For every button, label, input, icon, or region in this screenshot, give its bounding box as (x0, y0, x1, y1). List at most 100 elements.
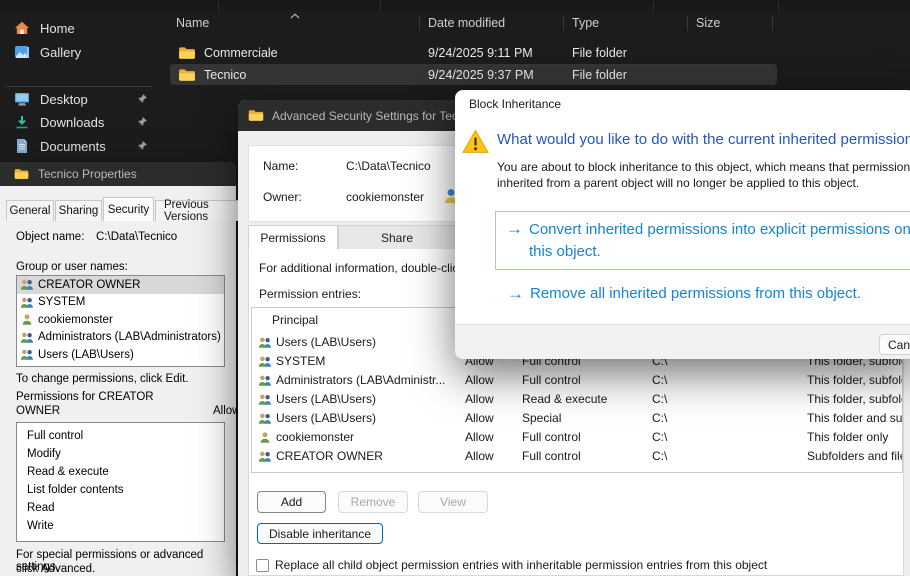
table-row[interactable]: CREATOR OWNER Allow Full control C:\ Sub… (252, 447, 902, 466)
pin-icon[interactable] (136, 140, 148, 152)
remove-option-text: Remove all inherited permissions from th… (530, 285, 861, 302)
column-header-name[interactable]: Name (176, 16, 209, 30)
file-name: Tecnico (204, 68, 246, 82)
cell-principal: Users (LAB\Users) (276, 335, 462, 349)
sidebar-item-downloads[interactable]: Downloads (0, 110, 160, 134)
replace-permissions-checkbox[interactable] (256, 559, 269, 572)
convert-option-line1: Convert inherited permissions into expli… (529, 219, 910, 241)
cell-type: Allow (465, 392, 494, 406)
tab-security[interactable]: Security (103, 197, 154, 221)
warning-icon (462, 129, 489, 154)
dialog-title: Block Inheritance (469, 97, 561, 111)
cell-type: Allow (465, 430, 494, 444)
dialog-title: Advanced Security Settings for Tecnico (272, 109, 480, 123)
column-divider (772, 16, 773, 31)
cell-inherited-from: C:\ (652, 449, 667, 463)
file-row-commerciale[interactable]: Commerciale 9/24/2025 9:11 PM File folde… (170, 42, 777, 63)
pin-icon[interactable] (136, 116, 148, 128)
group-icon (258, 374, 272, 387)
group-item-label: SYSTEM (38, 296, 85, 308)
group-item-administrators[interactable]: Administrators (LAB\Administrators) (17, 329, 224, 347)
group-icon (258, 450, 272, 463)
sidebar-item-documents[interactable]: Documents (0, 134, 160, 158)
permissions-for-label-line2: OWNER (16, 405, 60, 417)
permission-item: Write (17, 517, 224, 535)
cell-access: Full control (522, 449, 581, 463)
folder-icon (248, 109, 264, 122)
file-row-tecnico[interactable]: Tecnico 9/24/2025 9:37 PM File folder (170, 64, 777, 85)
sidebar-item-home[interactable]: Home (0, 16, 160, 40)
dialog-heading: What would you like to do with the curre… (497, 131, 910, 148)
cell-inherited-from: C:\ (652, 411, 667, 425)
pin-icon[interactable] (136, 93, 148, 105)
toolbar-divider (653, 1, 654, 11)
toolbar-divider (218, 1, 219, 11)
cell-principal: Administrators (LAB\Administr... (276, 373, 462, 387)
group-icon (20, 331, 34, 344)
group-item-cookiemonster[interactable]: cookiemonster (17, 311, 224, 329)
remove-button[interactable]: Remove (338, 491, 408, 513)
cell-applies-to: This folder, subfolders and files (807, 373, 903, 387)
column-divider (563, 16, 564, 31)
group-icon (258, 355, 272, 368)
group-item-system[interactable]: SYSTEM (17, 294, 224, 312)
cell-principal: CREATOR OWNER (276, 449, 462, 463)
view-button[interactable]: View (418, 491, 488, 513)
group-item-label: Users (LAB\Users) (38, 349, 134, 361)
cell-applies-to: This folder and subfolders (807, 411, 903, 425)
column-header-type[interactable]: Type (572, 16, 599, 30)
permissions-listbox: Full control Modify Read & execute List … (16, 422, 225, 542)
cell-access: Read & execute (522, 392, 607, 406)
file-name: Commerciale (204, 46, 278, 60)
cell-applies-to: This folder, subfolders and files (807, 392, 903, 406)
cell-inherited-from: C:\ (652, 392, 667, 406)
table-row[interactable]: cookiemonster Allow Full control C:\ Thi… (252, 428, 902, 447)
table-row[interactable]: Administrators (LAB\Administr... Allow F… (252, 371, 902, 390)
column-header-size[interactable]: Size (696, 16, 720, 30)
tab-general[interactable]: General (6, 200, 54, 221)
cell-inherited-from: C:\ (652, 373, 667, 387)
convert-permissions-option[interactable]: → Convert inherited permissions into exp… (495, 211, 910, 270)
folder-icon (14, 168, 29, 180)
sidebar-item-gallery[interactable]: Gallery (0, 40, 160, 64)
folder-icon (178, 68, 196, 82)
arrow-right-icon: → (507, 284, 524, 304)
explorer-toolbar-edge (0, 0, 910, 12)
column-header-date[interactable]: Date modified (428, 16, 505, 30)
owner-label: Owner: (263, 190, 302, 204)
permission-item: List folder contents (17, 481, 224, 499)
group-icon (20, 296, 34, 309)
name-label: Name: (263, 159, 298, 173)
tab-sharing[interactable]: Sharing (55, 200, 102, 221)
remove-permissions-option[interactable]: → Remove all inherited permissions from … (507, 284, 907, 306)
table-row[interactable]: Users (LAB\Users) Allow Special C:\ This… (252, 409, 902, 428)
file-type: File folder (572, 68, 627, 82)
sidebar-item-label: Documents (40, 139, 106, 154)
sidebar-item-desktop[interactable]: Desktop (0, 87, 160, 111)
tecnico-properties-dialog: Tecnico Properties General Sharing Secur… (0, 162, 236, 576)
cancel-button[interactable]: Cancel (879, 334, 910, 355)
permission-item: Read & execute (17, 463, 224, 481)
cell-access: Special (522, 411, 561, 425)
tab-permissions[interactable]: Permissions (248, 225, 338, 250)
group-item-users[interactable]: Users (LAB\Users) (17, 346, 224, 364)
cell-type: Allow (465, 373, 494, 387)
cell-access: Full control (522, 373, 581, 387)
table-row[interactable]: Users (LAB\Users) Allow Read & execute C… (252, 390, 902, 409)
group-icon (258, 393, 272, 406)
group-item-creator-owner[interactable]: CREATOR OWNER (17, 276, 224, 294)
disable-inheritance-button[interactable]: Disable inheritance (257, 523, 383, 544)
group-user-listbox: CREATOR OWNER SYSTEM cookiemonster Admin… (16, 275, 225, 367)
group-list-label: Group or user names: (16, 261, 128, 273)
group-icon (20, 348, 34, 361)
file-type: File folder (572, 46, 627, 60)
add-button[interactable]: Add (257, 491, 326, 513)
permissions-for-label-line1: Permissions for CREATOR (16, 391, 154, 403)
table-header-principal[interactable]: Principal (272, 313, 318, 327)
sidebar-item-label: Downloads (40, 115, 104, 130)
user-icon (20, 313, 34, 326)
cell-applies-to: This folder only (807, 430, 888, 444)
dialog-title: Tecnico Properties (38, 167, 137, 181)
sidebar-item-label: Desktop (40, 92, 88, 107)
tab-share[interactable]: Share (338, 225, 456, 250)
